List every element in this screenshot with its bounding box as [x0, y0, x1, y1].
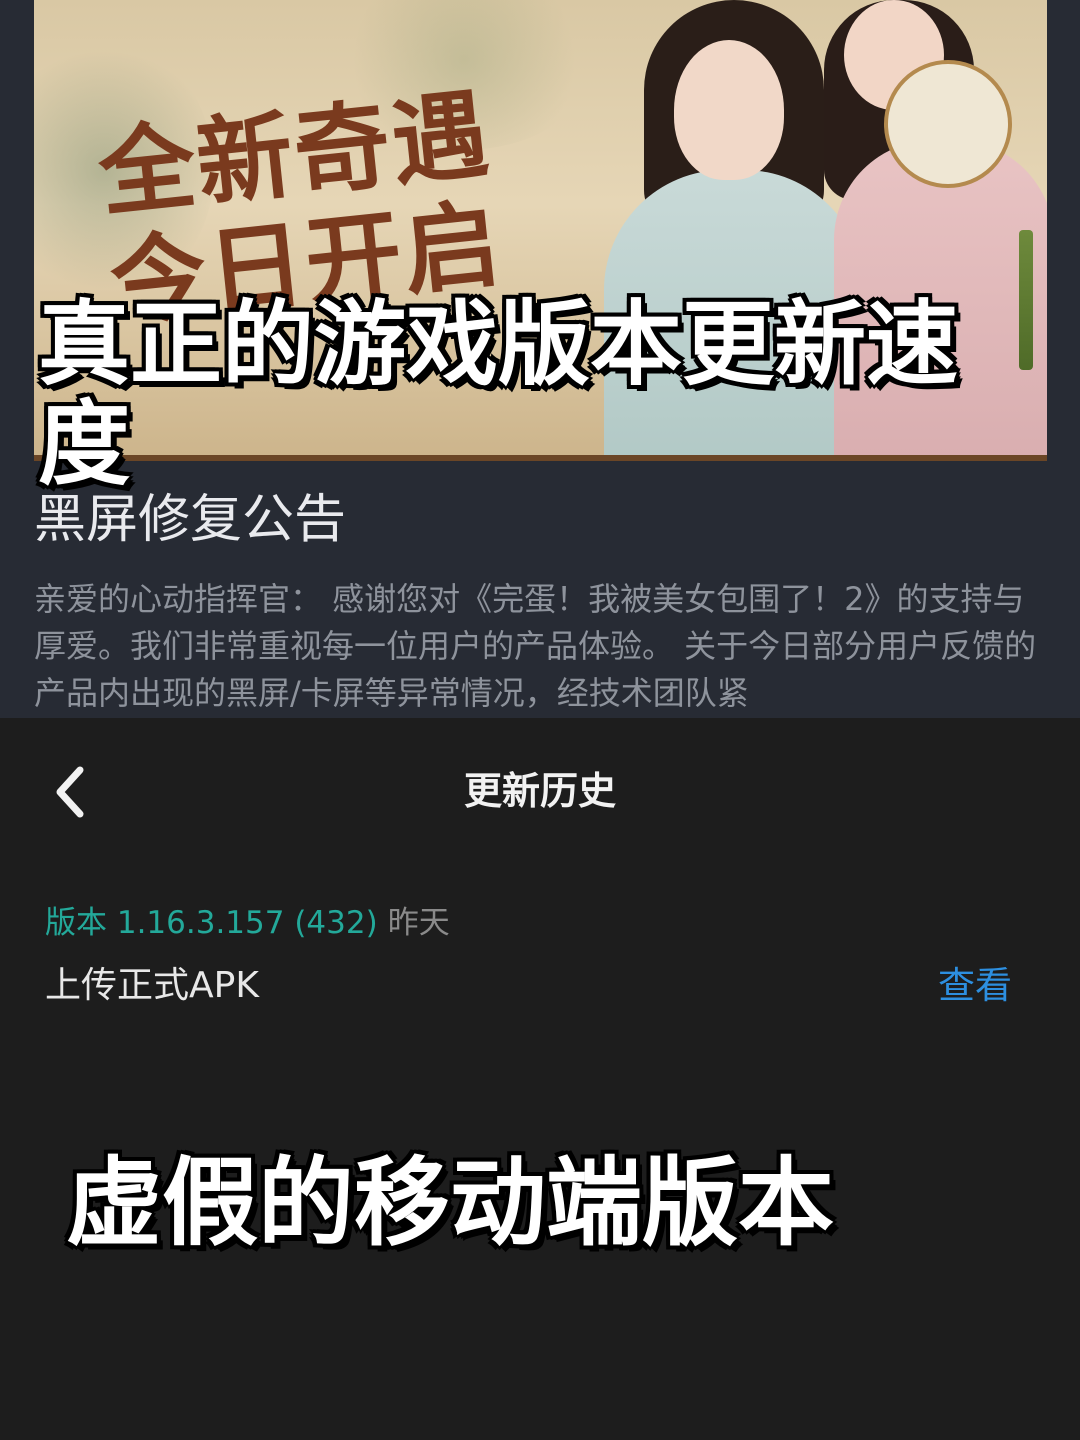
- version-list-item: 版本 1.16.3.157 (432) 昨天 上传正式APK 查看: [0, 898, 1080, 1028]
- round-fan-icon: [884, 60, 1012, 188]
- page-title: 更新历史: [463, 769, 616, 813]
- update-history-screen: 更新历史 版本 1.16.3.157 (432) 昨天 上传正式APK 查看 虚假…: [0, 718, 1080, 1440]
- overlay-caption-top: 真正的游戏版本更新速度: [38, 291, 959, 498]
- view-link[interactable]: 查看: [938, 958, 1012, 1014]
- version-number: 版本 1.16.3.157 (432): [45, 905, 378, 941]
- version-date: 昨天: [387, 905, 450, 941]
- version-header: 版本 1.16.3.157 (432) 昨天: [45, 898, 450, 948]
- overlay-caption-bottom: 虚假的移动端版本: [66, 1147, 834, 1259]
- version-description: 上传正式APK: [45, 965, 259, 1006]
- navigation-bar: 更新历史: [0, 718, 1080, 868]
- announcement-screenshot: 全新奇遇今日开启 真正的游戏版本更新速度 黑屏修复公告 亲爱的心动指挥官： 感谢…: [0, 0, 1080, 718]
- announcement-body: 亲爱的心动指挥官： 感谢您对《完蛋！我被美女包围了！2》的支持与厚爱。我们非常重…: [34, 580, 1037, 712]
